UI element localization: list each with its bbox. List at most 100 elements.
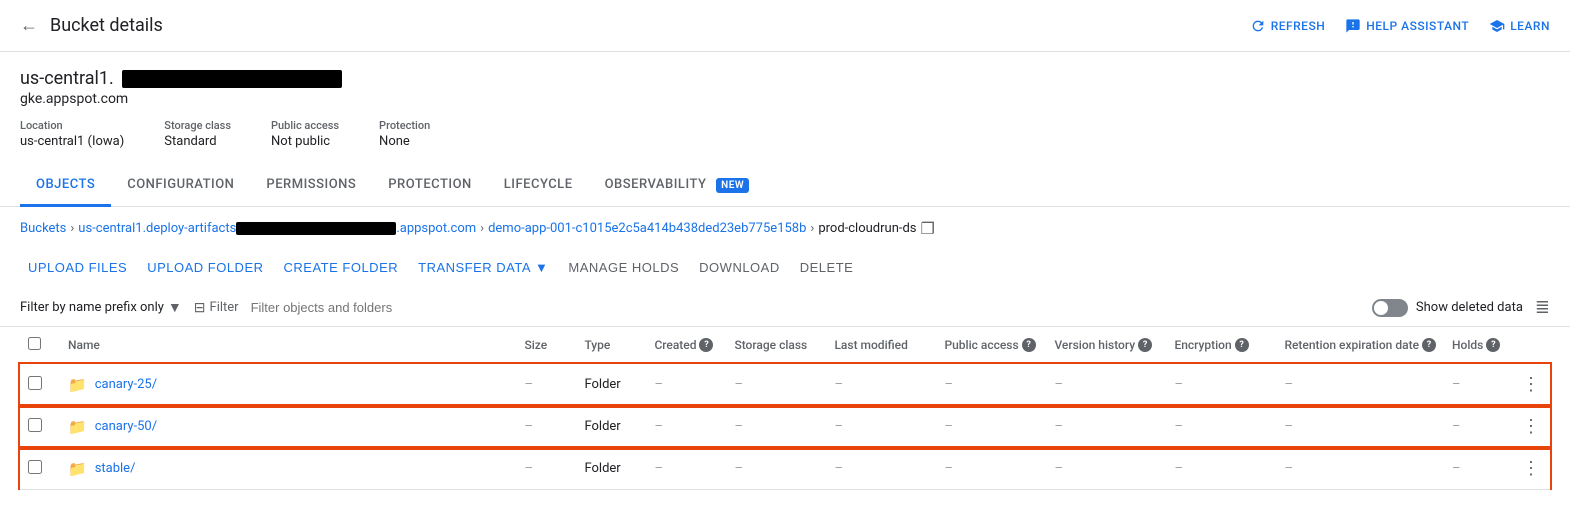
row-modified: – [826,448,936,490]
show-deleted-switch[interactable] [1372,299,1408,317]
show-deleted-toggle: Show deleted data [1372,299,1523,317]
row-checkbox[interactable] [28,460,42,474]
filter-dropdown[interactable]: Filter by name prefix only ▼ [20,299,182,316]
file-link[interactable]: 📁 canary-50/ [68,418,508,436]
row-size: – [516,364,576,406]
help-assistant-button[interactable]: HELP ASSISTANT [1345,18,1469,34]
tab-observability[interactable]: OBSERVABILITY NEW [589,165,766,207]
storage-class-value: Standard [164,134,231,149]
breadcrumb-path1[interactable]: us-central1.deploy-artifacts.appspot.com [78,221,476,236]
action-bar: UPLOAD FILES UPLOAD FOLDER CREATE FOLDER… [0,246,1570,289]
protection-value: None [379,134,430,149]
row-more-actions: ⋮ [1514,448,1550,490]
row-checkbox-cell [20,406,60,448]
breadcrumb-sep-2: › [480,221,484,236]
filter-icon-button[interactable]: ⊟ Filter [194,300,239,316]
th-holds: Holds ? [1444,327,1514,364]
th-type-label: Type [584,338,610,352]
retention-info-icon[interactable]: ? [1422,338,1436,352]
row-size: – [516,448,576,490]
public-info-icon[interactable]: ? [1022,338,1036,352]
row-more-icon[interactable]: ⋮ [1522,374,1540,395]
tab-permissions[interactable]: PERMISSIONS [250,165,372,207]
manage-holds-button[interactable]: MANAGE HOLDS [560,254,687,281]
holds-info-icon[interactable]: ? [1486,338,1500,352]
row-more-actions: ⋮ [1514,406,1550,448]
bucket-name-prefix: us-central1. [20,68,114,89]
refresh-label: REFRESH [1271,19,1326,33]
row-checkbox-cell [20,364,60,406]
row-storage: – [726,448,826,490]
th-encrypt-label: Encryption [1174,338,1231,352]
select-all-checkbox[interactable] [28,337,41,350]
filter-funnel-icon: ⊟ [194,300,206,316]
transfer-data-button[interactable]: TRANSFER DATA ▼ [410,254,556,281]
row-checkbox-cell [20,448,60,490]
row-name: canary-50/ [95,419,157,434]
top-bar-left: ← Bucket details [20,15,163,36]
upload-folder-button[interactable]: UPLOAD FOLDER [139,254,271,281]
meta-storage-class: Storage class Standard [164,119,231,149]
row-more-icon[interactable]: ⋮ [1522,416,1540,437]
meta-public-access: Public access Not public [271,119,339,149]
tab-lifecycle[interactable]: LIFECYCLE [488,165,589,207]
row-name-cell: 📁 canary-25/ [60,364,516,406]
breadcrumb-buckets[interactable]: Buckets [20,221,66,236]
upload-files-button[interactable]: UPLOAD FILES [20,254,135,281]
row-name-cell: 📁 stable/ [60,448,516,490]
row-modified: – [826,364,936,406]
th-size-label: Size [524,338,547,352]
th-public: Public access ? [936,327,1046,364]
storage-class-label: Storage class [164,119,231,132]
filter-dropdown-arrow-icon: ▼ [168,299,182,316]
density-icon[interactable]: ≣ [1535,297,1550,318]
row-name: stable/ [95,461,136,476]
row-created: – [646,406,726,448]
filter-label: Filter [210,300,239,315]
public-access-label: Public access [271,119,339,132]
file-link[interactable]: 📁 stable/ [68,460,508,478]
th-actions [1514,327,1550,364]
create-folder-button[interactable]: CREATE FOLDER [276,254,407,281]
page-title: Bucket details [50,15,163,36]
learn-icon [1489,18,1505,34]
table-header: Name Size Type Created ? Storage class L… [20,327,1550,364]
tab-protection[interactable]: PROTECTION [372,165,487,207]
protection-label: Protection [379,119,430,132]
delete-button[interactable]: DELETE [792,254,862,281]
objects-table: Name Size Type Created ? Storage class L… [20,327,1550,490]
version-info-icon[interactable]: ? [1138,338,1152,352]
breadcrumb-path2[interactable]: demo-app-001-c1015e2c5a414b438ded23eb775… [488,221,806,236]
encrypt-info-icon[interactable]: ? [1235,338,1249,352]
download-button[interactable]: DOWNLOAD [691,254,788,281]
row-version: – [1046,406,1166,448]
row-checkbox[interactable] [28,376,42,390]
created-info-icon[interactable]: ? [699,338,713,352]
copy-path-icon[interactable]: ❐ [921,219,935,238]
bucket-info: us-central1. gke.appspot.com Location us… [0,52,1570,157]
filter-right: Show deleted data ≣ [1372,297,1550,318]
row-more-icon[interactable]: ⋮ [1522,458,1540,479]
toggle-knob [1374,301,1388,315]
tab-configuration[interactable]: CONFIGURATION [111,165,250,207]
tab-objects[interactable]: OBJECTS [20,165,111,207]
row-retention: – [1276,448,1444,490]
th-retention: Retention expiration date ? [1276,327,1444,364]
th-retention-label: Retention expiration date [1284,338,1419,352]
top-bar-right: REFRESH HELP ASSISTANT LEARN [1250,18,1550,34]
row-size: – [516,406,576,448]
th-modified-label: Last modified [834,338,907,352]
refresh-button[interactable]: REFRESH [1250,18,1326,34]
tabs: OBJECTS CONFIGURATION PERMISSIONS PROTEC… [0,165,1570,207]
th-select-all [20,327,60,364]
back-button[interactable]: ← [20,15,38,36]
file-link[interactable]: 📁 canary-25/ [68,376,508,394]
meta-protection: Protection None [379,119,430,149]
learn-button[interactable]: LEARN [1489,18,1550,34]
breadcrumb-sep-3: › [810,221,814,236]
row-checkbox[interactable] [28,418,42,432]
filter-input[interactable] [251,300,1360,315]
breadcrumb-current: prod-cloudrun-ds ❐ [818,219,935,238]
th-storage-label: Storage class [734,338,807,352]
row-holds: – [1444,406,1514,448]
